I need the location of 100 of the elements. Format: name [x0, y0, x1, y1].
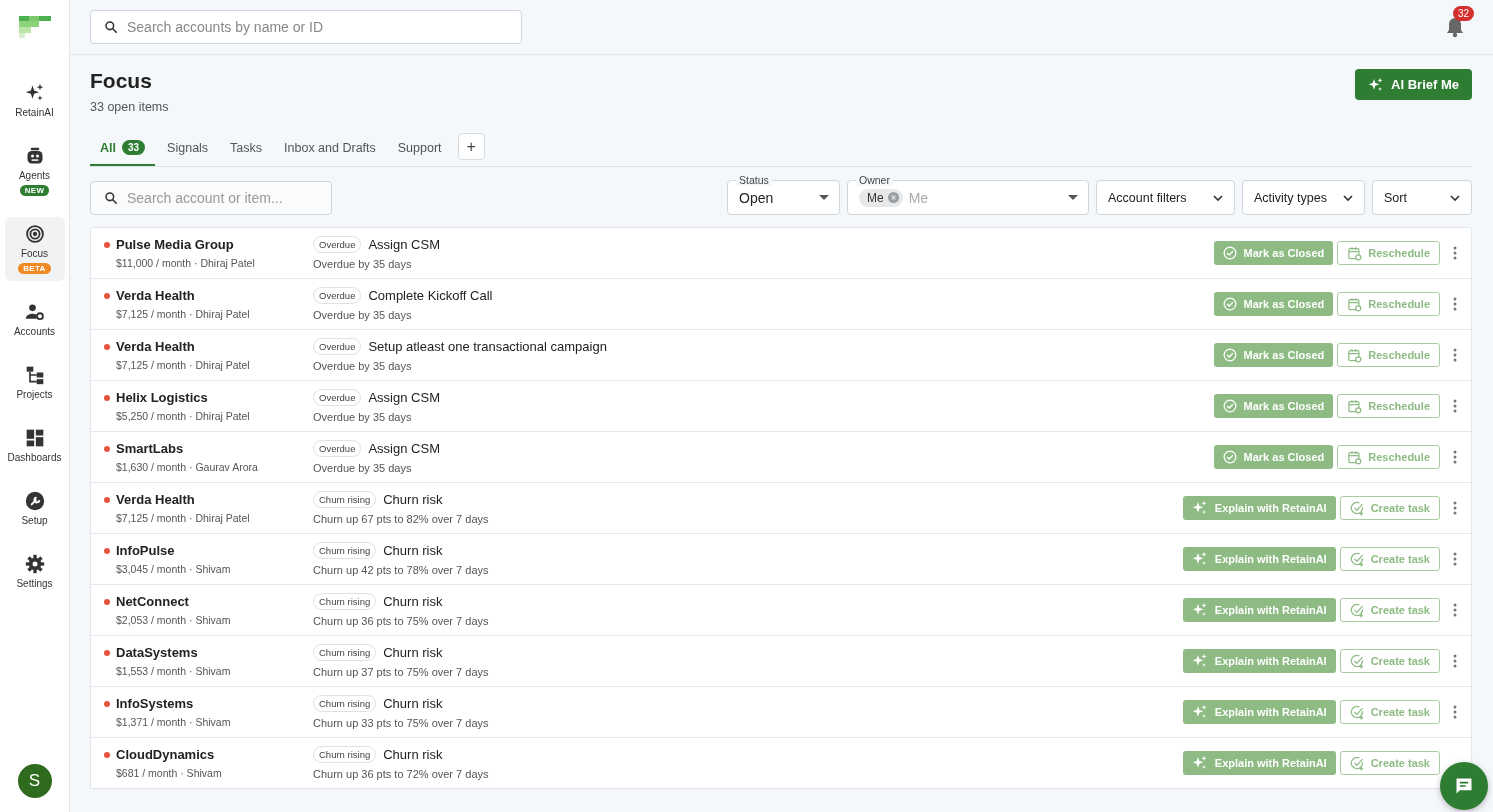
account-meta: $11,000 / month · Dhiraj Patel — [116, 257, 256, 269]
notification-badge: 32 — [1453, 6, 1475, 21]
item-detail: Overdue by 35 days — [313, 258, 413, 270]
account-name[interactable]: Pulse Media Group — [116, 237, 234, 252]
more-icon[interactable] — [1453, 552, 1457, 566]
sidebar-item[interactable]: Focus BETA — [4, 217, 65, 281]
account-name[interactable]: Helix Logistics — [116, 390, 208, 405]
hierarchy-icon — [24, 365, 45, 385]
item-title: Churn risk — [383, 747, 443, 762]
sidebar-label: Setup — [21, 515, 48, 526]
status-dot — [104, 496, 110, 503]
sidebar-label: Focus — [20, 248, 49, 259]
account-name[interactable]: InfoSystems — [116, 696, 194, 711]
badge: NEW — [19, 185, 50, 196]
item-title: Assign CSM — [368, 237, 440, 252]
item-detail: Overdue by 35 days — [313, 360, 413, 372]
owner-placeholder: Me — [908, 189, 930, 206]
status-dot — [104, 700, 110, 707]
account-name[interactable]: DataSystems — [116, 645, 198, 660]
account-meta: $7,125 / month · Dhiraj Patel — [116, 512, 251, 524]
item-detail: Churn up 67 pts to 82% over 7 days — [313, 513, 490, 525]
bell-icon[interactable] — [1445, 16, 1465, 38]
sparkle-icon — [1191, 704, 1208, 720]
field-label: Owner — [856, 174, 893, 186]
more-icon[interactable] — [1453, 654, 1457, 668]
item-title: Churn risk — [383, 696, 443, 711]
tab[interactable]: Support — [387, 131, 452, 166]
account-meta: $7,125 / month · Dhiraj Patel — [116, 308, 251, 320]
ai-brief-button[interactable]: AI Brief Me — [1355, 69, 1472, 100]
search-icon — [104, 190, 118, 205]
item-detail: Churn up 37 pts to 75% over 7 days — [313, 666, 490, 678]
account-name[interactable]: InfoPulse — [116, 543, 175, 558]
account-name[interactable]: SmartLabs — [116, 441, 184, 456]
account-name[interactable]: Verda Health — [116, 339, 195, 354]
account-name[interactable]: NetConnect — [116, 594, 189, 609]
task-check-icon — [1349, 551, 1365, 567]
sidebar-item[interactable]: Projects — [4, 358, 65, 407]
sidebar-label: Agents — [18, 170, 51, 181]
item-detail: Churn up 42 pts to 78% over 7 days — [313, 564, 490, 576]
more-icon[interactable] — [1453, 501, 1457, 515]
more-icon[interactable] — [1453, 603, 1457, 617]
more-icon[interactable] — [1453, 705, 1457, 719]
sidebar-item[interactable]: Dashboards — [4, 421, 65, 470]
item-count: 33 open items — [90, 100, 169, 114]
tab[interactable]: Inbox and Drafts — [274, 131, 386, 166]
status-dot — [104, 292, 110, 299]
sidebar-label: Projects — [16, 389, 53, 400]
more-icon[interactable] — [1453, 399, 1457, 413]
sparkle-icon — [1191, 500, 1208, 516]
sidebar-item[interactable]: RetainAI — [4, 76, 65, 125]
caret-down-icon — [819, 194, 829, 201]
owner-chip[interactable]: Me — [859, 188, 903, 207]
filter-dropdown[interactable]: Sort — [1372, 180, 1472, 215]
calendar-icon — [1347, 398, 1363, 414]
item-detail: Churn up 36 pts to 75% over 7 days — [313, 615, 490, 627]
tab[interactable]: All 33 — [90, 131, 156, 166]
item-detail: Overdue by 35 days — [313, 309, 413, 321]
avatar[interactable]: S — [17, 764, 52, 798]
status-dot — [104, 445, 110, 452]
user-gear-icon — [24, 302, 45, 322]
chat-button[interactable] — [1440, 762, 1488, 810]
task-check-icon — [1349, 653, 1365, 669]
account-name[interactable]: Verda Health — [116, 492, 195, 507]
status-dot — [104, 241, 110, 248]
sidebar-item[interactable]: Settings — [4, 547, 65, 596]
more-icon[interactable] — [1453, 450, 1457, 464]
filter-dropdown[interactable]: Account filters — [1096, 180, 1235, 215]
page-title: Focus — [90, 69, 153, 93]
status-dot — [104, 598, 110, 605]
check-circle-icon — [1222, 450, 1237, 464]
count-badge: 33 — [122, 140, 146, 155]
more-icon[interactable] — [1453, 246, 1457, 260]
status-dot — [104, 751, 110, 758]
item-title: Churn risk — [383, 594, 443, 609]
sidebar-label: RetainAI — [15, 107, 54, 118]
task-check-icon — [1349, 755, 1365, 771]
search-field[interactable]: Search accounts by name or ID — [90, 10, 522, 44]
sidebar-item[interactable]: Setup — [4, 484, 65, 533]
item-detail: Overdue by 35 days — [313, 411, 413, 423]
sparkle-icon — [1191, 653, 1208, 669]
search-field[interactable]: Search account or item... — [90, 180, 332, 215]
account-name[interactable]: CloudDynamics — [116, 747, 215, 762]
sidebar-label: Accounts — [13, 326, 56, 337]
add-tab-button[interactable]: + — [457, 133, 485, 160]
more-icon[interactable] — [1453, 348, 1457, 362]
more-icon[interactable] — [1453, 297, 1457, 311]
account-meta: $3,045 / month · Shivam — [116, 563, 232, 575]
sidebar-item[interactable]: Accounts — [4, 295, 65, 344]
account-meta: $681 / month · Shivam — [116, 767, 223, 779]
task-check-icon — [1349, 602, 1365, 618]
account-meta: $1,630 / month · Gaurav Arora — [116, 461, 259, 473]
filter-dropdown[interactable]: Activity types — [1242, 180, 1365, 215]
account-name[interactable]: Verda Health — [116, 288, 195, 303]
sparkle-icon — [1191, 551, 1208, 567]
tab[interactable]: Tasks — [220, 131, 273, 166]
sidebar-item[interactable]: Agents NEW — [4, 139, 65, 203]
item-title: Assign CSM — [368, 390, 440, 405]
tab[interactable]: Signals — [157, 131, 219, 166]
item-detail: Churn up 36 pts to 72% over 7 days — [313, 768, 490, 780]
item-title: Churn risk — [383, 492, 443, 507]
